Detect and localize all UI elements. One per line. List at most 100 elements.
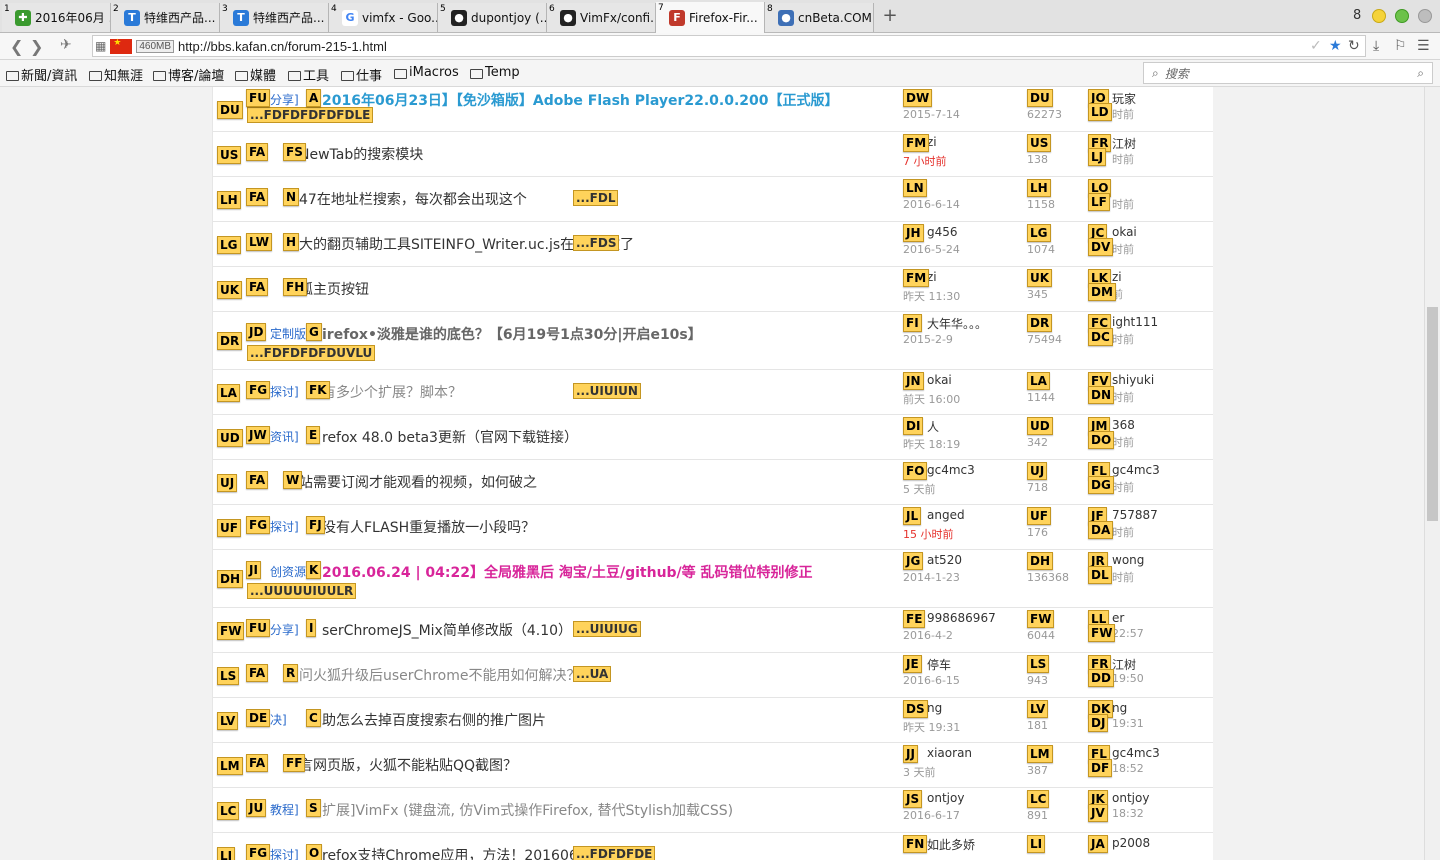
author-name[interactable]: ontjoy [927,791,964,805]
author-hint[interactable]: JJ [903,745,918,763]
category-label[interactable]: 探讨] [270,518,299,535]
row-hint[interactable]: LC [217,801,240,820]
tab-2[interactable]: 2 T 特维西产品... [111,3,220,32]
page-links[interactable]: ...FDS [573,235,620,251]
thread-title[interactable]: 狐主页按钮 [299,279,369,299]
scrollbar[interactable] [1424,87,1440,860]
bookmark-folder[interactable]: 博客/論壇 [153,65,224,84]
bookmark-folder[interactable]: 媒體 [235,65,276,84]
category-hint[interactable]: JW [246,426,270,444]
category-label[interactable]: 探讨] [270,383,299,400]
tab-4[interactable]: 4 Gvimfx - Goo... [329,3,438,32]
tab-6[interactable]: 6 ● VimFx/confi... [547,3,656,32]
maximize-button[interactable] [1395,9,1409,23]
category-hint[interactable]: FG [246,381,271,399]
author-name[interactable]: okai [927,373,952,387]
row-hint[interactable]: DU [217,100,243,119]
title-hint[interactable]: C [306,709,321,727]
tab-7[interactable]: 7 F Firefox-Fir... [656,2,765,33]
last-poster[interactable]: zi [1112,270,1122,284]
thread-row[interactable]: UD JW 资讯] Erefox 48.0 beta3更新（官网下载链接） DI 人昨天 … [213,415,1213,460]
category-label[interactable]: 分享] [270,621,299,638]
title-hint[interactable]: R [283,664,299,682]
title-hint[interactable]: FK [306,381,330,399]
thread-row[interactable]: UF FG 探讨] FJ 没有人FLASH重复播放一小段吗？ JL anged 15 小时前 U… [213,505,1213,550]
replies-hint[interactable]: LM [1027,745,1053,763]
author-hint[interactable]: FI [903,314,922,332]
replies-hint[interactable]: LG [1027,224,1051,242]
plugin-icon[interactable]: ✈ [60,37,72,53]
category-label[interactable]: 定制版] [270,325,311,342]
page-links[interactable]: ...FDL [573,190,619,206]
last-poster[interactable]: 江树 [1112,656,1136,673]
category-hint[interactable]: DE [246,709,271,727]
row-hint[interactable]: LH [217,190,241,209]
thread-title[interactable]: 47在地址栏搜索，每次都会出现这个 [299,189,527,209]
title-hint[interactable]: FF [283,754,306,772]
thread-row[interactable]: LM FA FF 言网页版，火狐不能粘贴QQ截图？ JJ xiaoran 3 天前 LM 387… [213,743,1213,788]
minimize-button[interactable] [1372,9,1386,23]
author-hint[interactable]: DW [903,89,933,107]
thread-title[interactable]: NewTab的搜索模块 [299,144,423,164]
author-name[interactable]: 大年华。。。 [927,315,987,332]
author-name[interactable]: ng [927,701,942,715]
thread-title[interactable]: 2016.06.24 | 04:22】全局雅黑后 淘宝/土豆/github/等 … [322,562,813,582]
title-hint[interactable]: N [283,188,300,206]
replies-hint[interactable]: LS [1027,655,1050,673]
title-hint[interactable]: FS [283,143,306,161]
url-bar[interactable]: ▦ 460MB http://bbs.kafan.cn/forum-215-1.… [92,35,1366,57]
close-button[interactable] [1418,9,1432,23]
thread-row[interactable]: FW FU 分享] IserChromeJS_Mix简单修改版（4.10） ...UIU… [213,608,1213,653]
category-label[interactable]: 创资源] [270,563,311,580]
replies-hint[interactable]: UK [1027,269,1053,287]
last-time-hint[interactable]: JV [1088,804,1108,822]
title-hint[interactable]: E [306,426,321,444]
replies-hint[interactable]: UF [1027,507,1051,525]
last-time-hint[interactable]: LJ [1088,148,1107,166]
back-icon[interactable]: ❮ [10,37,23,56]
title-hint[interactable]: A [306,89,322,107]
author-hint[interactable]: DS [903,700,928,718]
row-hint[interactable]: LS [217,666,240,685]
title-hint[interactable]: I [306,619,317,637]
row-hint[interactable]: US [217,145,242,164]
last-poster[interactable]: ontjoy [1112,791,1149,805]
last-time-hint[interactable]: FW [1088,624,1116,642]
star-icon[interactable]: ★ [1329,38,1342,54]
author-name[interactable]: anged [927,508,965,522]
category-label[interactable]: 分享] [270,91,299,108]
thread-title[interactable]: 有多少个扩展？脚本？ [322,382,462,402]
page-links[interactable]: ...UIUIUN [573,383,641,399]
last-time-hint[interactable]: DO [1088,431,1115,449]
last-poster[interactable]: ight111 [1112,315,1158,329]
thread-row[interactable]: LC JU 教程] S 扩展]VimFx (键盘流, 仿Vim式操作Firefox, 替… [213,788,1213,833]
title-hint[interactable]: O [306,844,323,860]
category-label[interactable]: 资讯] [270,428,299,445]
author-name[interactable]: xiaoran [927,746,972,760]
last-poster[interactable]: 江树 [1112,135,1136,152]
category-hint[interactable]: FA [246,471,269,489]
thread-row[interactable]: UJ FA W 站需要订阅才能观看的视频，如何破之 FO gc4mc3 5 天前 UJ 718 F… [213,460,1213,505]
replies-hint[interactable]: LH [1027,179,1051,197]
bookmark-folder[interactable]: 仕事 [341,65,382,84]
replies-hint[interactable]: UD [1027,417,1053,435]
last-time-hint[interactable]: DF [1088,759,1113,777]
check-icon[interactable]: ✓ [1310,38,1322,54]
search-go-icon[interactable]: ⌕ [1417,66,1424,81]
thread-row[interactable]: LV DE 决] C 助怎么去掉百度搜索右侧的推广图片 DS ng 昨天 19:31 LV 181… [213,698,1213,743]
thread-title[interactable]: irefox•淡雅是谁的底色？【6月19号1点30分|开启e10s】 [322,324,702,344]
category-hint[interactable]: FA [246,754,269,772]
reload-icon[interactable]: ↻ [1348,38,1360,54]
last-post-hint[interactable]: JA [1088,835,1108,853]
last-time-hint[interactable]: DV [1088,238,1114,256]
category-hint[interactable]: JI [246,561,261,579]
thread-row[interactable]: US FA FS NewTab的搜索模块 FM zi 7 小时前 US 138 FR 江树 LJ 时前 [213,132,1213,177]
last-time-hint[interactable]: DL [1088,566,1112,584]
author-hint[interactable]: FN [903,835,928,853]
tab-1[interactable]: 1 ✚ 2016年06月 ... [2,3,111,32]
page-links[interactable]: ...UA [573,666,612,682]
author-name[interactable]: 998686967 [927,611,996,625]
row-hint[interactable]: DH [217,570,244,588]
author-hint[interactable]: FM [903,134,930,152]
author-name[interactable]: gc4mc3 [927,463,975,477]
